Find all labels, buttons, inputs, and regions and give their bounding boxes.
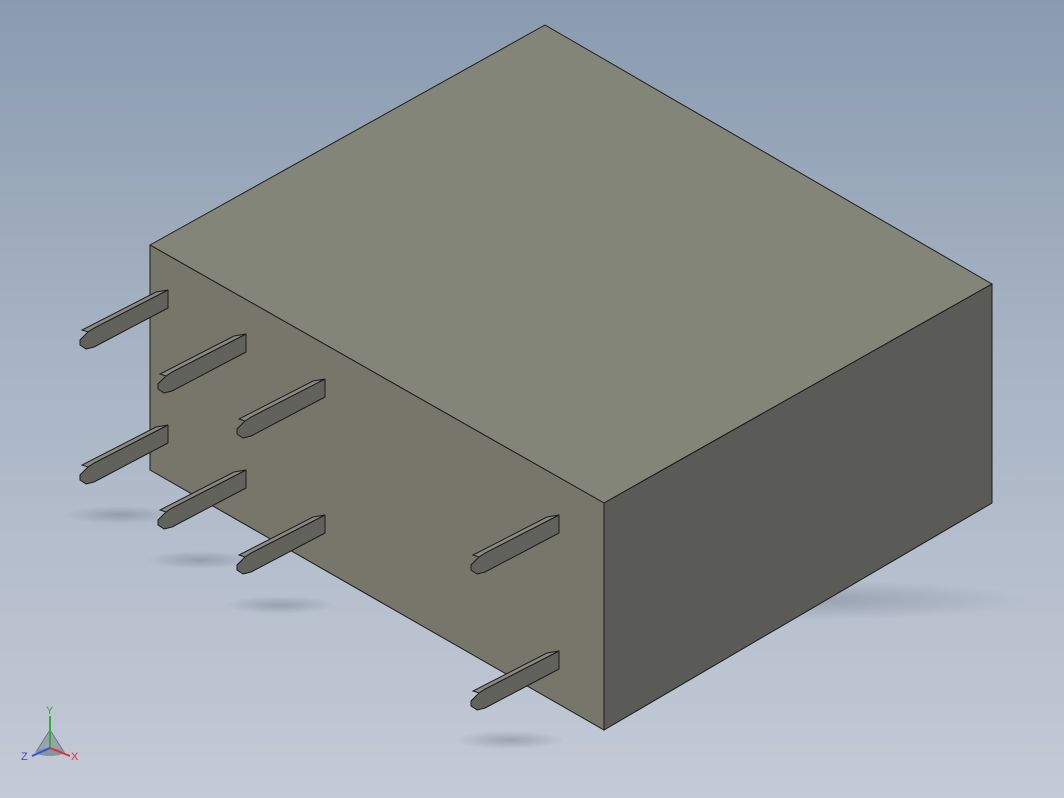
model-scene[interactable] [0,0,1064,798]
y-axis-label: Y [46,705,54,717]
z-axis-label: Z [21,751,28,763]
x-axis-label: X [71,751,79,763]
relay-body[interactable] [149,24,993,731]
cad-viewport[interactable]: Y X Z [0,0,1064,798]
view-triad[interactable]: Y X Z [18,704,84,770]
